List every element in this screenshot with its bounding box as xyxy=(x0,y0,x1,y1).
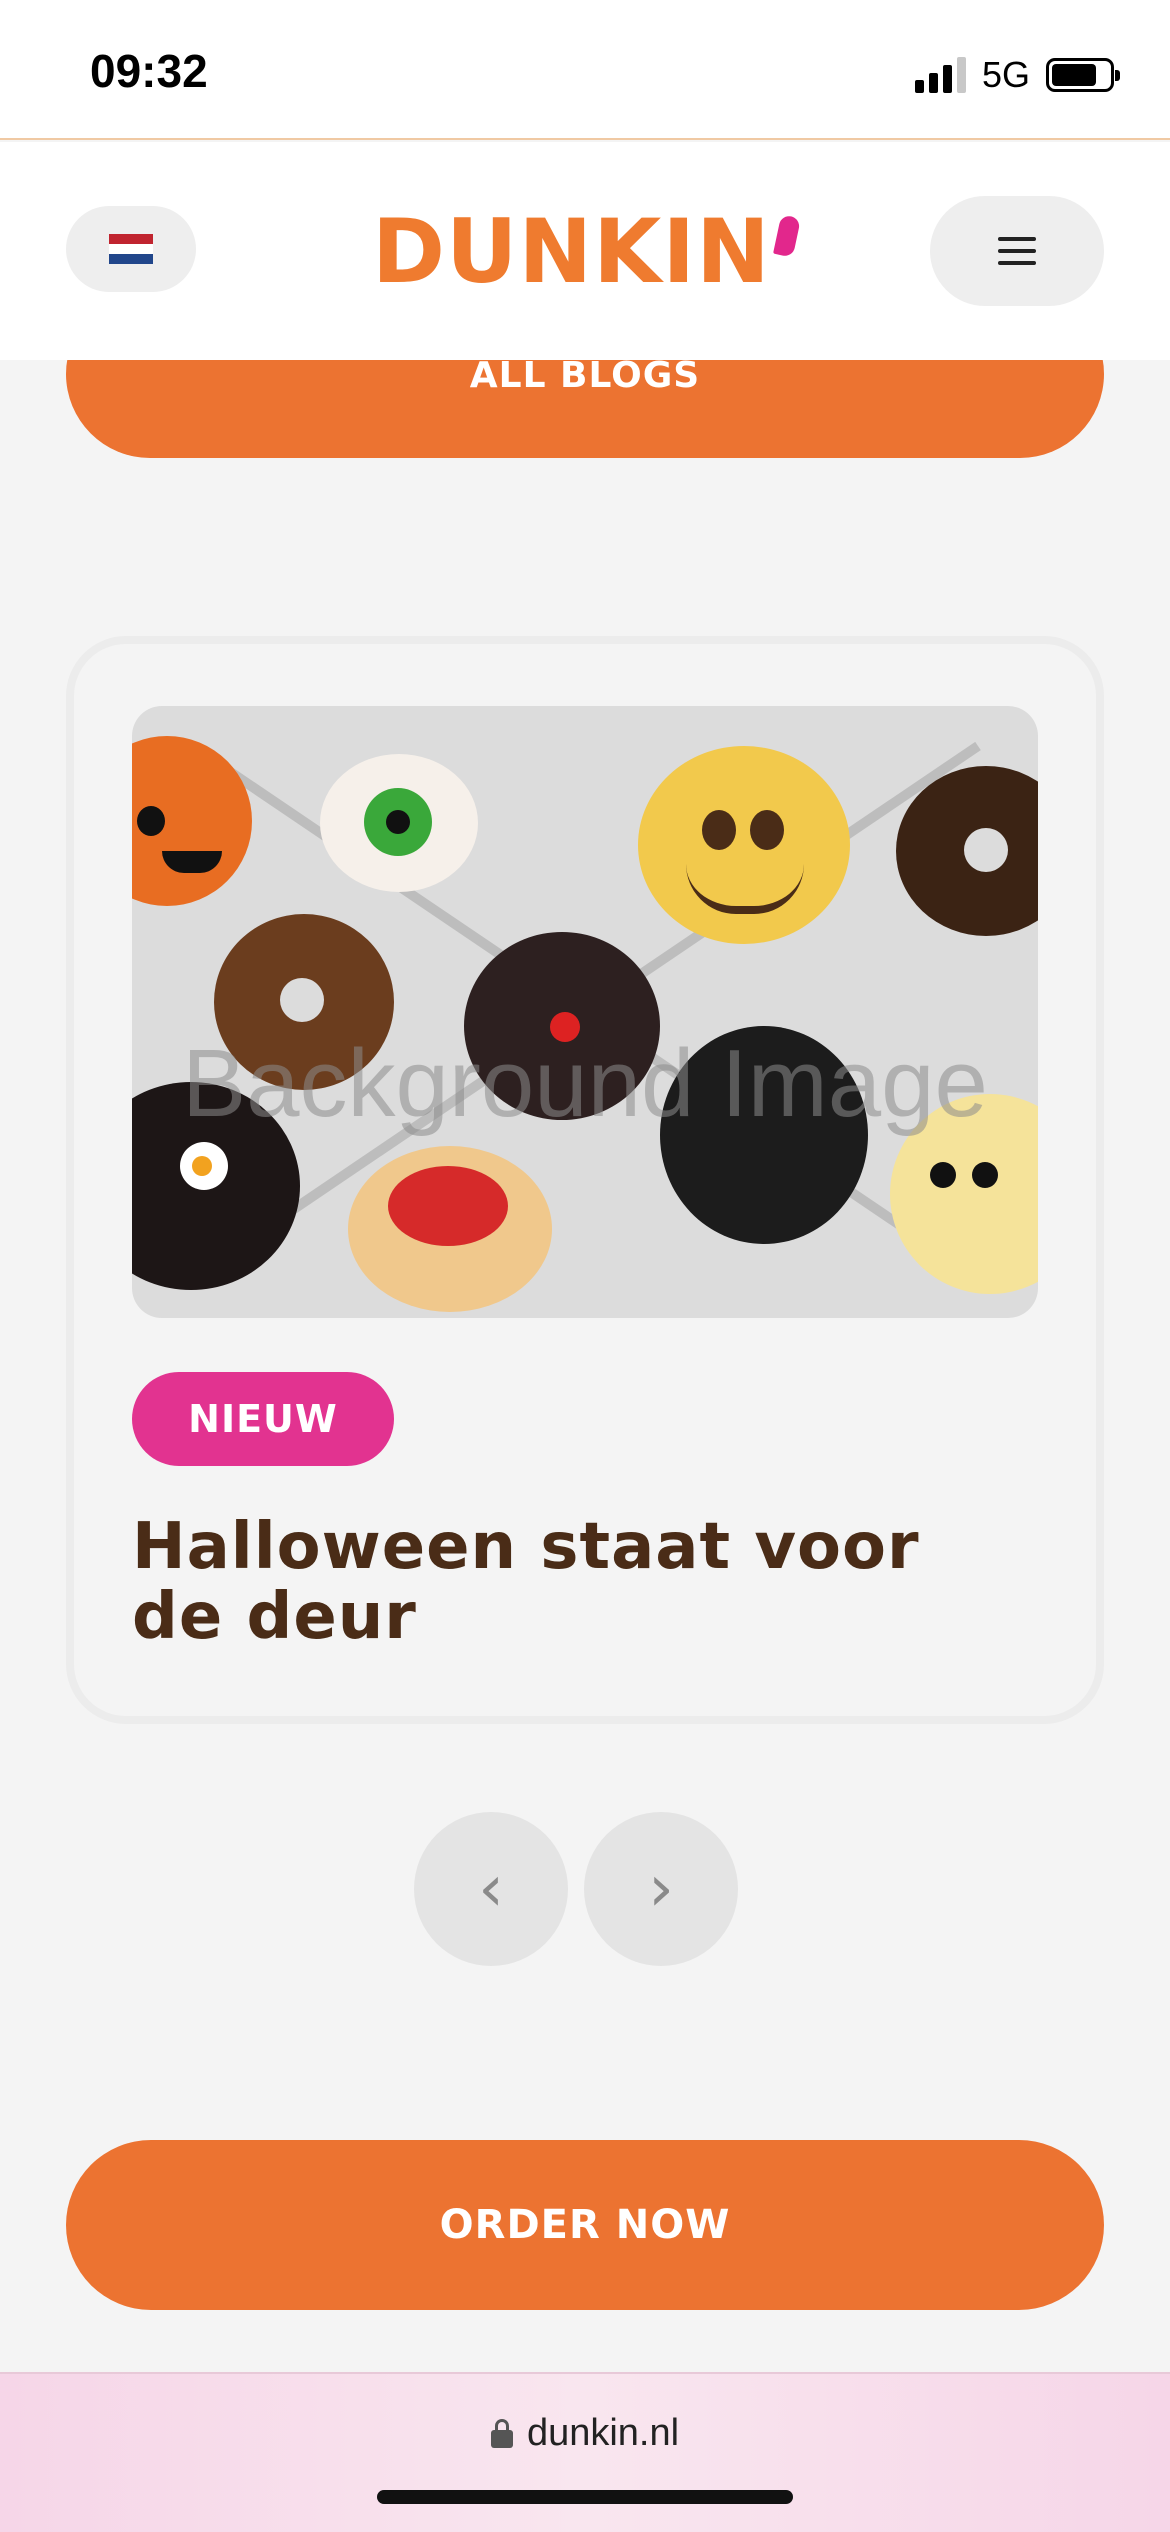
carousel-next-button[interactable]: › xyxy=(584,1812,738,1966)
smiley-donut-icon xyxy=(638,746,850,944)
eyeball-donut-icon xyxy=(320,754,478,892)
blog-card[interactable]: Background Image NIEUW Halloween staat v… xyxy=(66,636,1104,1724)
battery-icon xyxy=(1046,58,1120,92)
new-badge: NIEUW xyxy=(132,1372,394,1466)
blog-image: Background Image xyxy=(132,706,1038,1318)
image-placeholder-text: Background Image xyxy=(182,1030,988,1137)
hamburger-menu-icon xyxy=(998,237,1036,241)
language-selector-button[interactable] xyxy=(66,206,196,292)
brand-apostrophe-icon xyxy=(772,214,801,258)
brand-wordmark: DUNKIN xyxy=(372,200,771,303)
home-indicator[interactable] xyxy=(377,2490,793,2504)
status-bar: 09:32 5G xyxy=(0,0,1170,140)
url-row[interactable]: dunkin.nl xyxy=(0,2412,1170,2455)
network-label: 5G xyxy=(981,54,1030,95)
knife-donut-icon xyxy=(348,1146,552,1312)
status-time: 09:32 xyxy=(90,45,208,97)
chevron-right-icon: › xyxy=(648,1852,674,1926)
carousel-prev-button[interactable]: ‹ xyxy=(414,1812,568,1966)
chevron-left-icon: ‹ xyxy=(478,1852,504,1926)
hamburger-menu-button[interactable] xyxy=(930,196,1104,306)
blog-title[interactable]: Halloween staat voor de deur xyxy=(132,1512,1032,1652)
lock-icon xyxy=(490,2418,513,2449)
order-now-button[interactable]: ORDER NOW xyxy=(66,2140,1104,2310)
brand-logo[interactable]: DUNKIN xyxy=(372,200,801,303)
browser-address-bar[interactable]: dunkin.nl xyxy=(0,2372,1170,2532)
site-header: DUNKIN xyxy=(0,142,1170,360)
netherlands-flag-icon xyxy=(109,234,153,264)
url-text[interactable]: dunkin.nl xyxy=(527,2412,679,2455)
status-indicators: 5G xyxy=(914,52,1120,98)
signal-icon xyxy=(914,57,966,93)
